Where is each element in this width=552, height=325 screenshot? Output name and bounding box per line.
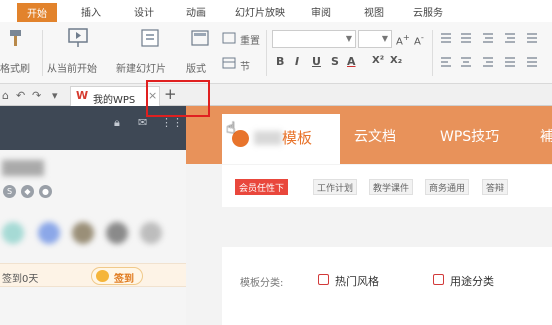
new-slide-icon[interactable] [139, 27, 161, 49]
format-painter-button[interactable]: 格式刷 [0, 60, 30, 75]
divider [432, 30, 433, 76]
reset-icon[interactable] [222, 32, 236, 44]
subscript-button[interactable]: X₂ [390, 55, 402, 66]
member-badge-icon: ● [39, 185, 52, 198]
ribbon-panel: 格式刷 从当前开始 新建幻灯片 版式 重置 节 ▼ ▼ A+ A- B I U … [0, 22, 552, 84]
checkin-button[interactable]: 签到 [91, 267, 143, 285]
ribbon-tab-bar: 开始 插入 设计 动画 幻灯片放映 审阅 视图 云服务 [0, 0, 552, 22]
filter-chip-work-plan[interactable]: 工作计划 [313, 179, 358, 195]
chevron-down-icon: ▼ [381, 34, 388, 43]
filter-chip-business[interactable]: 商务通用 [425, 179, 470, 195]
tab-slideshow[interactable]: 幻灯片放映 [235, 4, 285, 19]
dropdown-icon[interactable]: ▾ [52, 89, 58, 102]
layout-icon[interactable] [191, 30, 209, 46]
highlight-box [146, 80, 210, 117]
strikethrough-button[interactable]: S [331, 55, 339, 68]
tab-design[interactable]: 设计 [134, 4, 154, 19]
quick-access-bar: ⌂ ↶ ↷ ▾ W 我的WPS × + [0, 84, 552, 106]
avatar-name-blurred [2, 160, 44, 176]
checkin-button-label: 签到 [114, 274, 134, 285]
grid-category-icon [433, 274, 444, 285]
member-badge-icon: S [3, 185, 16, 198]
grid-icon[interactable]: ⋮⋮ [161, 116, 183, 129]
hand-cursor-icon: ☝ [226, 118, 236, 137]
redo-icon[interactable]: ↷ [32, 89, 41, 102]
underline-button[interactable]: U [312, 55, 321, 68]
coin-icon [96, 270, 109, 282]
tab-templates-label: 模板 [282, 129, 313, 147]
filter-chip-member[interactable]: 会员任性下 [235, 179, 289, 195]
tab-review[interactable]: 审阅 [311, 4, 331, 19]
tab-cloud-docs[interactable]: 云文档 [354, 126, 396, 146]
italic-button[interactable]: I [295, 55, 299, 68]
superscript-button[interactable]: X² [372, 55, 384, 66]
app-icon-blurred[interactable] [72, 222, 94, 244]
divider [266, 30, 267, 76]
lock-icon[interactable]: 🔒︎ [114, 116, 120, 130]
checkin-strip: 签到0天 签到 [0, 263, 186, 287]
app-icon-blurred[interactable] [140, 222, 162, 244]
tab-insert[interactable]: 插入 [81, 4, 101, 19]
app-icon-blurred[interactable] [38, 222, 60, 244]
reset-button[interactable]: 重置 [240, 32, 260, 47]
play-from-current-button[interactable]: 从当前开始 [47, 60, 97, 75]
font-color-button[interactable]: A [347, 55, 356, 68]
font-size-select[interactable]: ▼ [358, 30, 392, 48]
tab-view[interactable]: 视图 [364, 4, 384, 19]
category-by-usage[interactable]: 用途分类 [450, 273, 494, 289]
main-header: 模板 云文档 WPS技巧 補 [186, 106, 552, 164]
filter-chip-defense[interactable]: 答辩 [482, 179, 509, 195]
doc-tab-label: 我的WPS [93, 95, 136, 106]
category-hot-styles[interactable]: 热门风格 [335, 273, 379, 289]
tab-cloud-service[interactable]: 云服务 [413, 4, 443, 19]
section-button[interactable]: 节 [240, 58, 250, 73]
format-painter-icon[interactable] [6, 28, 24, 48]
wps-logo-icon: W [76, 89, 89, 102]
calendar-icon [318, 274, 329, 285]
member-badge-icon: ◆ [21, 185, 34, 198]
app-icon-blurred[interactable] [106, 222, 128, 244]
layout-button[interactable]: 版式 [186, 60, 206, 75]
home-icon[interactable]: ⌂ [2, 89, 9, 102]
undo-icon[interactable]: ↶ [16, 89, 25, 102]
font-name-select[interactable]: ▼ [272, 30, 356, 48]
message-icon[interactable]: ✉︎ [138, 116, 147, 129]
bold-button[interactable]: B [276, 55, 284, 68]
section-icon[interactable] [222, 57, 236, 69]
tab-wps-tips[interactable]: WPS技巧 [440, 126, 499, 146]
grow-font-icon[interactable]: A+ [396, 32, 410, 47]
divider [42, 30, 43, 76]
chevron-down-icon: ▼ [345, 34, 352, 43]
category-label: 模板分类: [240, 278, 284, 289]
tab-animation[interactable]: 动画 [186, 4, 206, 19]
alignment-tools-icon[interactable] [439, 55, 549, 69]
filter-chip-teaching[interactable]: 教学课件 [369, 179, 414, 195]
app-icon-blurred[interactable] [2, 222, 24, 244]
play-from-current-icon[interactable] [67, 27, 89, 49]
tab-home[interactable]: 开始 [17, 3, 57, 22]
paragraph-tools-icon[interactable] [439, 31, 549, 45]
checkin-days: 签到0天 [2, 274, 39, 285]
brand-name-blurred [254, 131, 282, 145]
new-slide-button[interactable]: 新建幻灯片 [116, 60, 166, 75]
tab-templates[interactable]: 模板 [222, 114, 340, 164]
tab-more[interactable]: 補 [540, 126, 552, 146]
shrink-font-icon[interactable]: A- [414, 32, 424, 47]
